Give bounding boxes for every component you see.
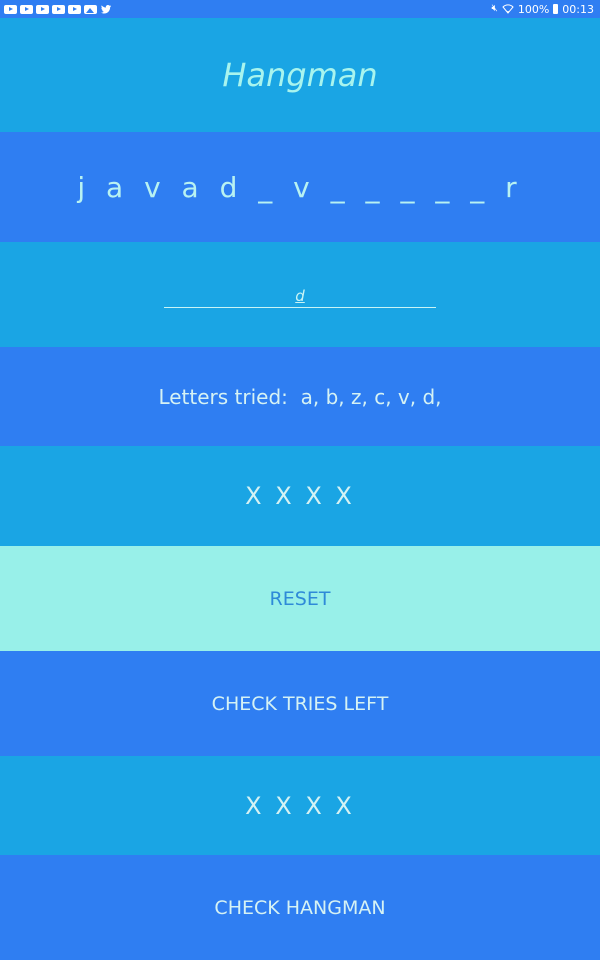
- youtube-icon: [52, 4, 65, 14]
- image-icon: [84, 4, 97, 14]
- youtube-icon: [20, 4, 33, 14]
- status-bar: 🔇︎ 100% 00:13: [0, 0, 600, 18]
- title-band: Hangman: [0, 18, 600, 132]
- notification-icons: [0, 3, 112, 15]
- youtube-icon: [36, 4, 49, 14]
- letters-tried-text: Letters tried: a, b, z, c, v, d,: [158, 384, 442, 409]
- youtube-icon: [4, 4, 17, 14]
- word-display: j a v a d _ v _ _ _ _ _ r: [77, 170, 523, 204]
- check-hangman-button[interactable]: CHECK HANGMAN: [0, 855, 600, 960]
- youtube-icon: [68, 4, 81, 14]
- hangman-marks-text: X X X X: [245, 791, 355, 820]
- app-title: Hangman: [222, 56, 378, 94]
- battery-percent: 100%: [517, 2, 550, 16]
- tries-marks-band: X X X X: [0, 446, 600, 546]
- system-icons: 🔇︎ 100% 00:13: [492, 3, 600, 16]
- hangman-marks-band: X X X X: [0, 756, 600, 855]
- twitter-icon: [101, 5, 111, 14]
- reset-button-label: RESET: [269, 587, 331, 610]
- check-tries-left-button[interactable]: CHECK TRIES LEFT: [0, 651, 600, 756]
- word-band: j a v a d _ v _ _ _ _ _ r: [0, 132, 600, 242]
- reset-button[interactable]: RESET: [0, 546, 600, 651]
- check-tries-left-label: CHECK TRIES LEFT: [211, 692, 389, 715]
- mute-icon: 🔇︎: [491, 3, 498, 14]
- tries-marks-text: X X X X: [245, 482, 355, 510]
- battery-icon: [553, 4, 559, 14]
- clock: 00:13: [562, 2, 594, 16]
- letters-tried-band: Letters tried: a, b, z, c, v, d,: [0, 347, 600, 446]
- check-hangman-label: CHECK HANGMAN: [214, 896, 386, 919]
- wifi-icon: [502, 4, 514, 14]
- app-screen: 🔇︎ 100% 00:13 Hangman j a v a d _ v _ _ …: [0, 0, 600, 960]
- input-band: [0, 242, 600, 347]
- letter-input[interactable]: [164, 287, 436, 308]
